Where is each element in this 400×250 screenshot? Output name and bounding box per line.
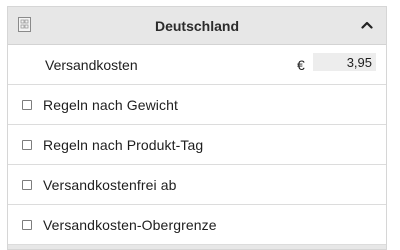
- free-shipping-checkbox[interactable]: [22, 179, 32, 190]
- shipping-country-panel: Deutschland Versandkosten € Regeln nach …: [7, 6, 387, 250]
- panel-footer: [8, 245, 386, 249]
- shipping-cost-row: Versandkosten €: [8, 45, 386, 85]
- panel-title: Deutschland: [154, 17, 239, 34]
- weight-rules-checkbox[interactable]: [22, 99, 32, 110]
- weight-rules-label: Regeln nach Gewicht: [43, 96, 178, 113]
- shipping-cap-label: Versandkosten-Obergrenze: [43, 216, 217, 233]
- option-free-shipping-from[interactable]: Versandkostenfrei ab: [8, 165, 386, 205]
- flag-icon: [18, 17, 31, 32]
- option-product-tag-rules[interactable]: Regeln nach Produkt-Tag: [8, 125, 386, 165]
- currency-symbol: €: [297, 57, 305, 73]
- free-shipping-label: Versandkostenfrei ab: [43, 176, 177, 193]
- shipping-cost-label: Versandkosten: [45, 56, 138, 73]
- product-tag-rules-checkbox[interactable]: [22, 139, 32, 150]
- shipping-cap-checkbox[interactable]: [22, 219, 32, 230]
- option-shipping-cost-cap[interactable]: Versandkosten-Obergrenze: [8, 205, 386, 245]
- chevron-up-icon[interactable]: [358, 16, 376, 34]
- shipping-cost-input[interactable]: [313, 53, 376, 71]
- option-weight-rules[interactable]: Regeln nach Gewicht: [8, 85, 386, 125]
- product-tag-rules-label: Regeln nach Produkt-Tag: [43, 136, 204, 153]
- panel-header: Deutschland: [8, 7, 386, 45]
